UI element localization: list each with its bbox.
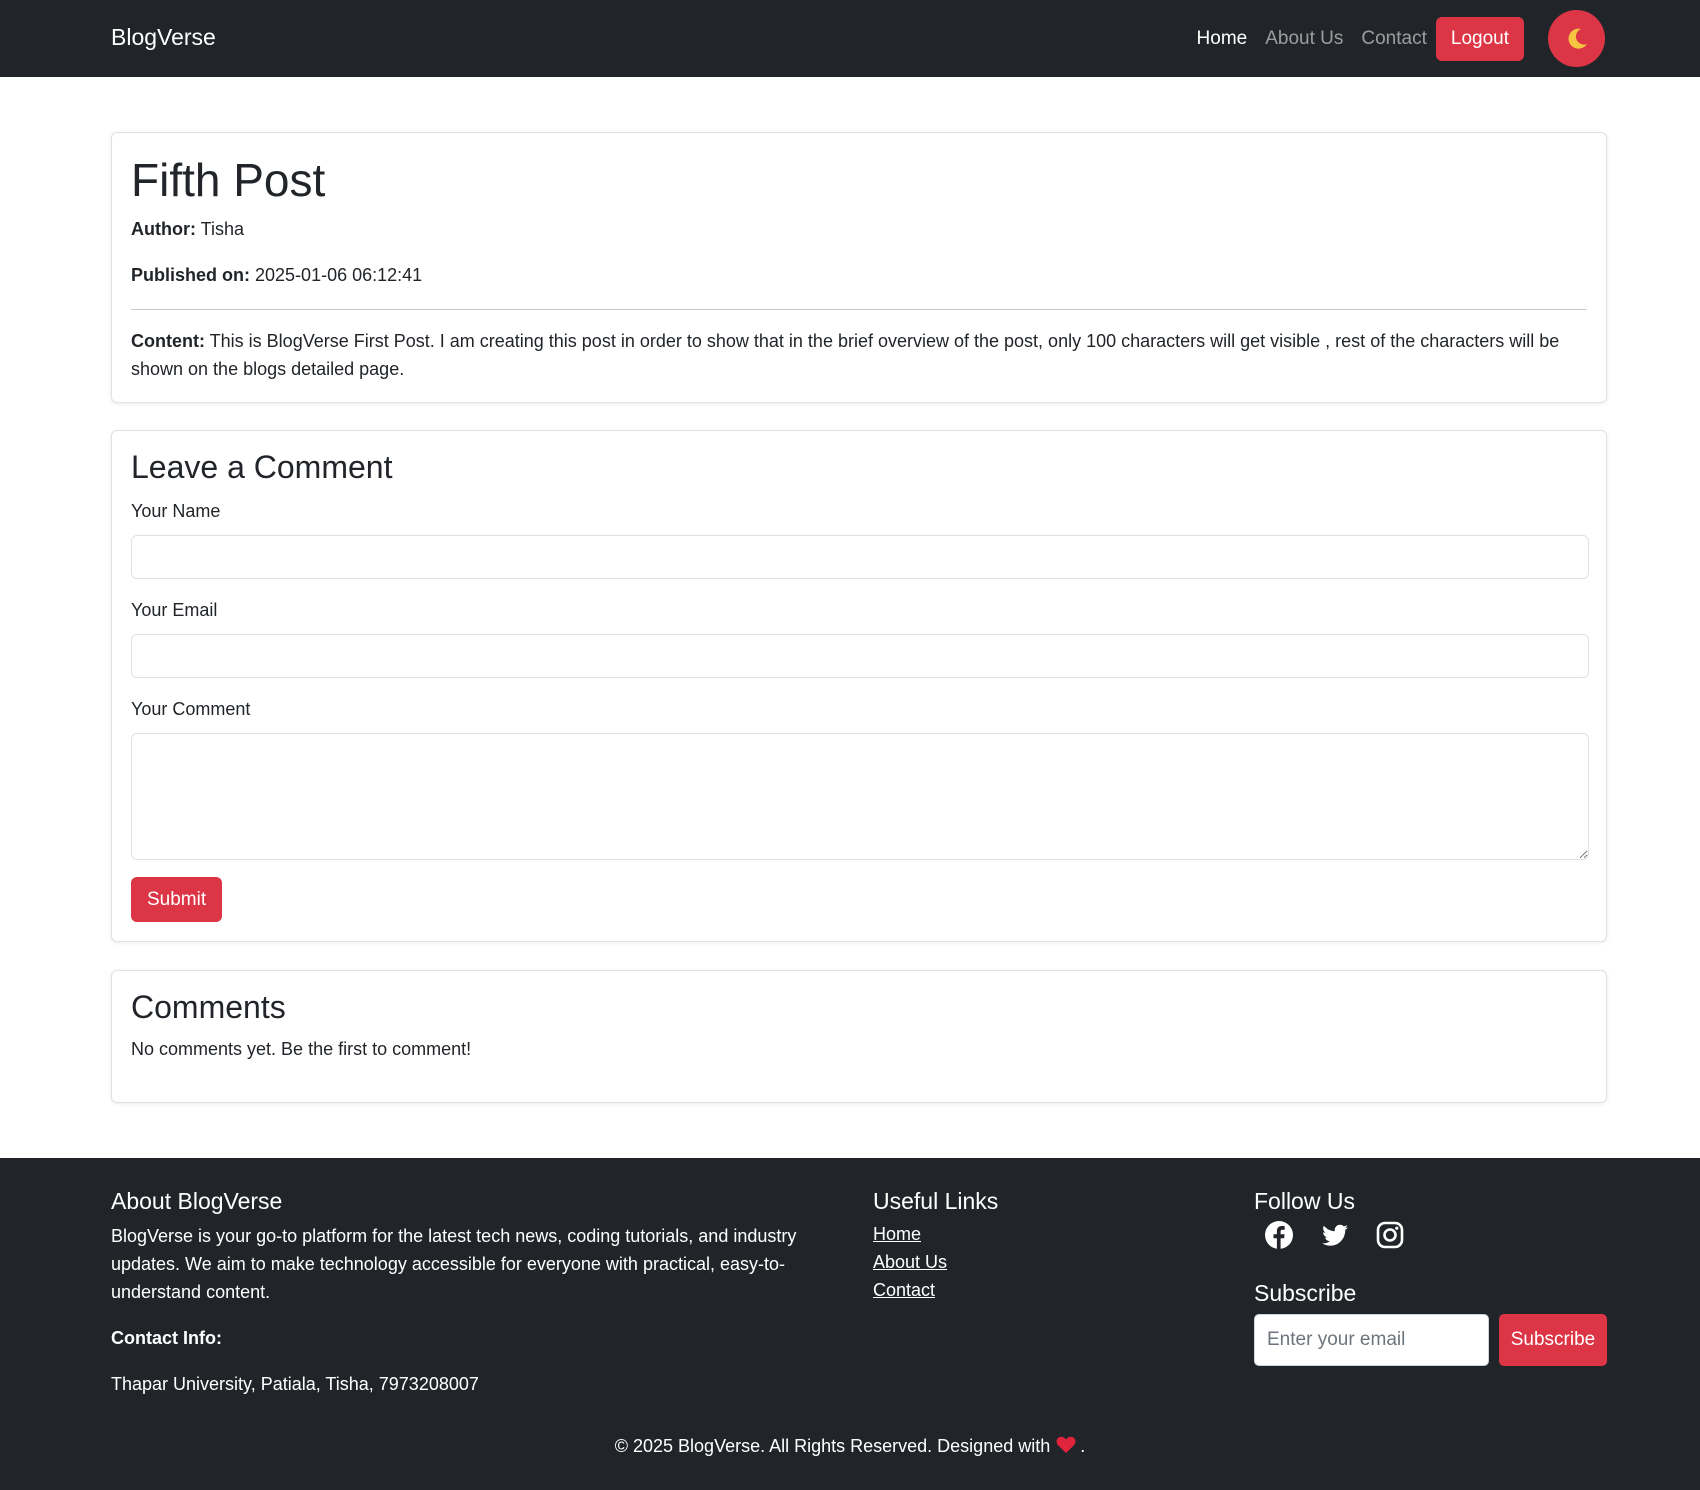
- copyright-end: .: [1080, 1436, 1086, 1456]
- footer-contact-label: Contact Info:: [111, 1328, 222, 1348]
- comments-card: Comments No comments yet. Be the first t…: [111, 970, 1607, 1103]
- post-content: Content: This is BlogVerse First Post. I…: [131, 327, 1574, 383]
- name-input[interactable]: [131, 535, 1589, 579]
- footer: About BlogVerse BlogVerse is your go-to …: [0, 1158, 1700, 1490]
- moon-icon: [1568, 28, 1587, 49]
- comment-form-card: Leave a Comment Your Name Your Email You…: [111, 430, 1607, 942]
- comment-label: Your Comment: [131, 699, 251, 719]
- post-divider: [131, 309, 1587, 310]
- author-value: Tisha: [200, 219, 245, 239]
- footer-subscribe-title: Subscribe: [1254, 1280, 1357, 1306]
- theme-toggle-button[interactable]: [1548, 10, 1605, 67]
- footer-about-title: About BlogVerse: [111, 1188, 283, 1214]
- heart-icon: [1056, 1436, 1076, 1453]
- post-published: Published on: 2025-01-06 06:12:41: [131, 265, 422, 286]
- nav-contact-link[interactable]: Contact: [1361, 28, 1426, 50]
- published-label: Published on:: [131, 265, 250, 285]
- brand-logo[interactable]: BlogVerse: [111, 24, 216, 51]
- footer-follow-title: Follow Us: [1254, 1188, 1355, 1214]
- post-card: Fifth Post Author: Tisha Published on: 2…: [111, 132, 1607, 403]
- no-comments-text: No comments yet. Be the first to comment…: [131, 1039, 472, 1059]
- subscribe-email-input[interactable]: [1254, 1314, 1489, 1366]
- copyright-text: © 2025 BlogVerse. All Rights Reserved. D…: [614, 1436, 1051, 1456]
- submit-button[interactable]: Submit: [131, 877, 223, 922]
- logout-button[interactable]: Logout: [1435, 16, 1524, 61]
- footer-home-link[interactable]: Home: [873, 1224, 921, 1245]
- footer-about-text: BlogVerse is your go-to platform for the…: [111, 1226, 797, 1302]
- content-label: Content:: [131, 331, 205, 351]
- footer-contact-link[interactable]: Contact: [873, 1280, 935, 1301]
- email-label: Your Email: [131, 600, 218, 620]
- post-author: Author: Tisha: [131, 219, 244, 240]
- navbar: BlogVerse Home About Us Contact Logout: [0, 0, 1700, 77]
- post-title: Fifth Post: [131, 154, 326, 206]
- instagram-icon[interactable]: [1375, 1220, 1405, 1250]
- content-text: This is BlogVerse First Post. I am creat…: [131, 331, 1560, 379]
- comment-form-title: Leave a Comment: [131, 449, 393, 485]
- nav-home-link[interactable]: Home: [1197, 28, 1248, 50]
- name-label: Your Name: [131, 501, 221, 521]
- footer-contact-text: Thapar University, Patiala, Tisha, 79732…: [111, 1374, 479, 1394]
- nav-links: Home About Us Contact Logout: [1197, 10, 1605, 67]
- author-label: Author:: [131, 219, 196, 239]
- subscribe-button[interactable]: Subscribe: [1499, 1314, 1607, 1366]
- copyright: © 2025 BlogVerse. All Rights Reserved. D…: [0, 1436, 1700, 1457]
- email-input[interactable]: [131, 634, 1589, 678]
- footer-about-link[interactable]: About Us: [873, 1252, 947, 1273]
- comments-title: Comments: [131, 989, 286, 1025]
- footer-links-title: Useful Links: [873, 1188, 999, 1214]
- facebook-icon[interactable]: [1264, 1220, 1294, 1250]
- nav-about-link[interactable]: About Us: [1265, 28, 1343, 50]
- twitter-icon[interactable]: [1320, 1220, 1350, 1250]
- comment-textarea[interactable]: [131, 733, 1589, 860]
- published-value: 2025-01-06 06:12:41: [255, 265, 423, 285]
